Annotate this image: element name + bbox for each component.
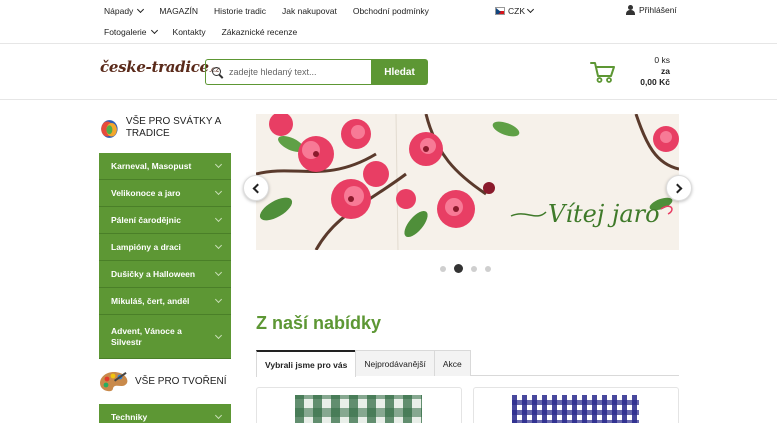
czech-flag-icon	[495, 7, 505, 15]
search-icon	[212, 66, 223, 78]
carousel-dot[interactable]	[485, 265, 491, 272]
site-logo[interactable]: česke-tradice.cz	[100, 58, 219, 76]
nav-fotogalerie[interactable]: Fotogalerie	[104, 26, 158, 37]
chevron-down-icon	[214, 295, 223, 304]
category-label: VŠE PRO SVÁTKY A TRADICE	[125, 116, 221, 139]
chevron-down-icon	[526, 5, 535, 14]
nav-label: Kontakty	[172, 27, 206, 37]
carousel-next-button[interactable]	[666, 175, 692, 201]
chevron-down-icon	[214, 214, 223, 223]
nav-napady[interactable]: Nápady	[104, 5, 145, 16]
nav-label: Fotogalerie	[104, 27, 147, 37]
sidebar-item-dusicky[interactable]: Dušičky a Halloween	[99, 261, 231, 288]
chevron-left-icon	[252, 183, 263, 193]
sidebar-item-paleni-carodejnic[interactable]: Pálení čarodějnic	[99, 207, 231, 234]
sidebar-item-velikonoce[interactable]: Velikonoce a jaro	[99, 180, 231, 207]
spring-blossom-image: Vítej jaro	[256, 114, 679, 250]
chevron-down-icon	[214, 268, 223, 277]
search-box	[205, 59, 371, 85]
carousel-dots	[440, 264, 499, 273]
shopping-cart-icon[interactable]	[590, 60, 616, 84]
login-link[interactable]: Přihlášení	[626, 5, 677, 15]
carousel-dot-active[interactable]	[454, 264, 463, 273]
nav-label: Zákaznické recenze	[221, 27, 298, 37]
nav-label: Historie tradic	[214, 6, 267, 16]
sidebar-item-label: Dušičky a Halloween	[111, 269, 196, 279]
top-nav-row-1: Nápady MAGAZÍN Historie tradic Jak nakup…	[104, 1, 445, 21]
carousel-dot[interactable]	[471, 265, 477, 272]
search-bar: Hledat	[205, 59, 428, 85]
chevron-down-icon	[150, 26, 158, 35]
chevron-down-icon	[214, 331, 223, 339]
nav-magazin[interactable]: MAGAZÍN	[159, 6, 198, 16]
search-input[interactable]	[229, 67, 359, 77]
chevron-down-icon	[214, 160, 223, 169]
nav-label: Obchodní podmínky	[352, 6, 429, 16]
sidebar-item-label: Pálení čarodějnic	[111, 215, 181, 225]
nav-label: Nápady	[104, 6, 134, 16]
top-navigation: Nápady MAGAZÍN Historie tradic Jak nakup…	[0, 0, 777, 44]
product-image	[512, 395, 639, 423]
sidebar-item-label: Mikuláš, čert, anděl	[111, 296, 190, 306]
tab-akce[interactable]: Akce	[433, 350, 471, 376]
easter-eggs-icon	[101, 120, 118, 138]
currency-label: CZK	[508, 6, 525, 16]
cart-total: 0,00 Kč	[640, 77, 670, 87]
section-title: Z naší nabídky	[256, 313, 382, 333]
top-nav-row-2: Fotogalerie Kontakty Zákaznické recenze	[104, 22, 313, 42]
nav-zakaznicke-recenze[interactable]: Zákaznické recenze	[222, 27, 298, 37]
nav-kontakty[interactable]: Kontakty	[173, 27, 206, 37]
hero-banner[interactable]: Vítej jaro	[256, 114, 679, 250]
login-label: Přihlášení	[639, 5, 677, 15]
user-icon	[626, 5, 635, 15]
category-label: VŠE PRO TVOŘENÍ	[135, 376, 227, 387]
tab-nejprodavanejsi[interactable]: Nejprodávanější	[355, 350, 435, 376]
chevron-right-icon	[672, 183, 683, 193]
nav-label: Jak nakupovat	[282, 6, 337, 16]
paint-palette-icon	[100, 371, 128, 392]
sidebar-item-label: Velikonoce a jaro	[111, 188, 181, 198]
product-card[interactable]	[256, 387, 462, 423]
chevron-down-icon	[214, 187, 223, 196]
nav-historie-tradic[interactable]: Historie tradic	[214, 6, 266, 16]
chevron-down-icon	[214, 411, 223, 420]
chevron-down-icon	[137, 5, 145, 14]
header: česke-tradice.cz Hledat 0 ks za 0,00 Kč	[0, 44, 777, 100]
nav-label: MAGAZÍN	[159, 6, 199, 16]
sidebar-item-karneval[interactable]: Karneval, Masopust	[99, 153, 231, 180]
sidebar-item-label: Techniky	[111, 412, 148, 422]
cart-count: 0 ks	[654, 55, 670, 65]
sidebar-item-label: Karneval, Masopust	[111, 161, 192, 171]
product-image	[295, 395, 422, 423]
logo-text: česke-tradice	[100, 58, 209, 76]
sidebar-item-techniky[interactable]: Techniky	[99, 404, 231, 423]
sidebar-item-label: Lampióny a draci	[111, 242, 181, 252]
category-holidays-header[interactable]: VŠE PRO SVÁTKY A TRADICE	[99, 110, 231, 150]
carousel-dot[interactable]	[440, 265, 446, 272]
nav-jak-nakupovat[interactable]: Jak nakupovat	[282, 6, 337, 16]
sidebar: VŠE PRO SVÁTKY A TRADICE Karneval, Masop…	[99, 110, 231, 423]
carousel-prev-button[interactable]	[243, 175, 269, 201]
sidebar-item-lampiony[interactable]: Lampióny a draci	[99, 234, 231, 261]
sidebar-item-label: Advent, Vánoce a Silvestr	[111, 325, 182, 347]
cart-summary[interactable]: 0 ks za 0,00 Kč	[618, 55, 670, 88]
product-card[interactable]	[473, 387, 679, 423]
nav-obchodni-podminky[interactable]: Obchodní podmínky	[353, 6, 429, 16]
category-creative-header[interactable]: VŠE PRO TVOŘENÍ	[99, 369, 231, 399]
sidebar-item-advent[interactable]: Advent, Vánoce a Silvestr	[99, 315, 231, 359]
sidebar-item-mikulas[interactable]: Mikuláš, čert, anděl	[99, 288, 231, 315]
tab-vybrali-jsme[interactable]: Vybrali jsme pro vás	[256, 350, 357, 377]
banner-text: Vítej jaro	[548, 200, 660, 228]
currency-selector[interactable]: CZK	[495, 5, 535, 16]
chevron-down-icon	[214, 241, 223, 250]
cart-label: za	[661, 66, 670, 76]
search-button[interactable]: Hledat	[371, 59, 428, 85]
offer-tabs: Vybrali jsme pro vás Nejprodávanější Akc…	[256, 350, 679, 377]
